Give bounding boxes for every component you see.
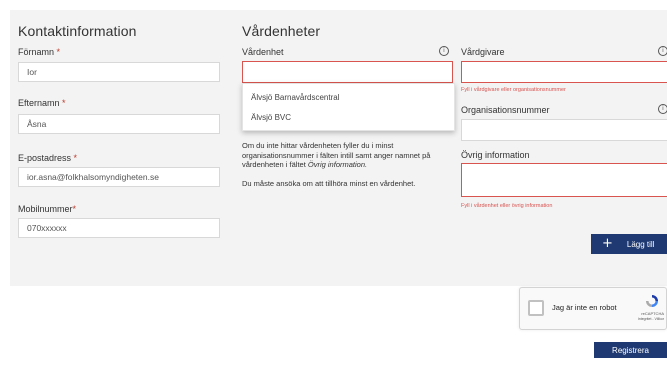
recaptcha-brand: reCAPTCHA — [641, 311, 664, 316]
mobile-label: Mobilnummer* — [18, 204, 77, 214]
unit-suggestion-item[interactable]: Älvsjö Barnavårdscentral — [251, 93, 339, 102]
unit-requirement-text: Du måste ansöka om att tillhöra minst en… — [242, 179, 416, 188]
recaptcha-checkbox-input[interactable] — [528, 300, 544, 316]
recaptcha-card-main: Jag är inte en robot reCAPTCHA Integrite… — [519, 287, 667, 330]
org-number-label: Organisationsnummer — [461, 105, 550, 115]
email-label: E-postadress * — [18, 153, 78, 163]
add-unit-button[interactable]: + Lägg till — [591, 234, 667, 254]
org-number-input[interactable] — [461, 119, 667, 141]
mobile-input[interactable]: 070xxxxxx — [18, 218, 220, 238]
other-info-label: Övrig information — [461, 150, 530, 160]
unit-info-icon[interactable]: i — [439, 46, 449, 56]
register-button[interactable]: Registrera — [594, 342, 667, 358]
recaptcha-label: Jag är inte en robot — [552, 303, 617, 312]
org-number-info-icon[interactable]: i — [658, 104, 667, 114]
provider-info-icon[interactable]: i — [658, 46, 667, 56]
other-info-error: Fyll i vårdenhet eller övrig information — [461, 203, 553, 209]
contact-panel: Kontaktinformation Förnamn * Ior Efterna… — [10, 10, 234, 286]
first-name-input[interactable]: Ior — [18, 62, 220, 82]
plus-icon: + — [602, 236, 613, 251]
provider-label: Vårdgivare — [461, 47, 505, 57]
last-name-input[interactable]: Åsna — [18, 114, 220, 134]
provider-error: Fyll i vårdgivare eller organisationsnum… — [461, 87, 566, 93]
unit-label: Vårdenhet — [242, 47, 284, 57]
other-info-textarea[interactable] — [461, 163, 667, 197]
recaptcha-links[interactable]: Integritet - Villkor — [638, 317, 664, 321]
contact-title: Kontaktinformation — [18, 23, 137, 39]
unit-suggestion-item[interactable]: Älvsjö BVC — [251, 113, 291, 122]
unit-help-text: Om du inte hittar vårdenheten fyller du … — [242, 141, 431, 169]
units-title: Vårdenheter — [242, 23, 321, 39]
units-panel: Vårdenheter Vårdenhet i Om du inte hitta… — [234, 10, 667, 286]
last-name-label: Efternamn * — [18, 98, 66, 108]
unit-suggestions-dropdown: Älvsjö Barnavårdscentral Älvsjö BVC — [242, 83, 455, 131]
unit-input[interactable] — [242, 61, 453, 83]
recaptcha-logo-icon — [645, 294, 659, 308]
provider-input[interactable] — [461, 61, 667, 83]
first-name-label: Förnamn * — [18, 47, 61, 57]
email-input[interactable]: ior.asna@folkhalsomyndigheten.se — [18, 167, 220, 187]
